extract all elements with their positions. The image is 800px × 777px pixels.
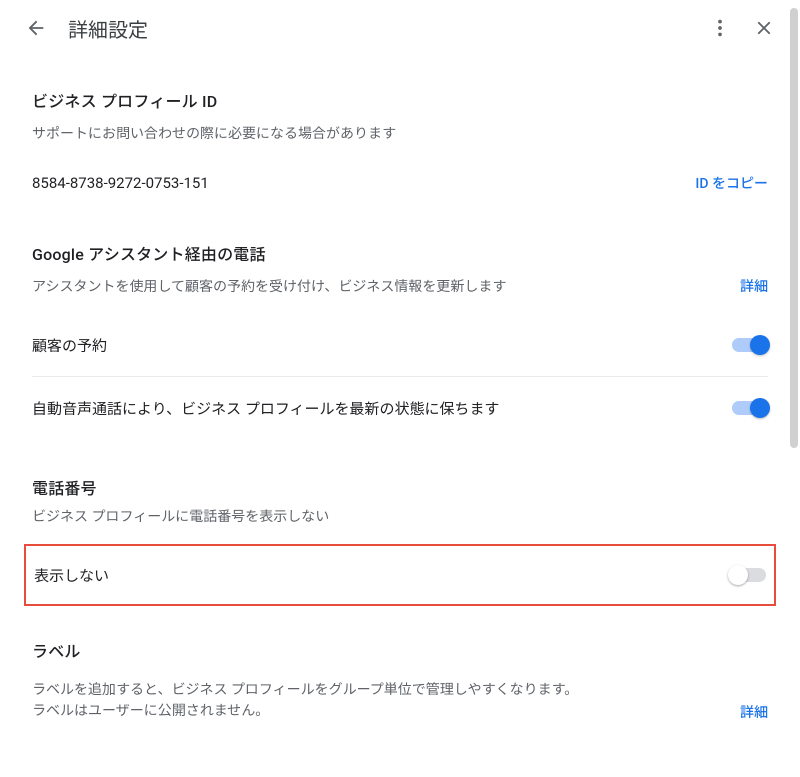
section-phone: 電話番号 ビジネス プロフィールに電話番号を表示しない 表示しない [32, 439, 768, 606]
scrollbar[interactable] [790, 8, 798, 768]
back-button[interactable] [16, 8, 56, 48]
assistant-booking-label: 顧客の予約 [32, 335, 107, 356]
assistant-autocall-row: 自動音声通話により、ビジネス プロフィールを最新の状態に保ちます [32, 377, 768, 439]
scrollbar-thumb[interactable] [790, 8, 798, 448]
profile-id-subtitle: サポートにお問い合わせの際に必要になる場合があります [32, 124, 768, 145]
phone-hide-row: 表示しない [34, 546, 766, 604]
assistant-title: Google アシスタント経由の電話 [32, 241, 768, 265]
labels-title: ラベル [32, 638, 768, 662]
arrow-left-icon [25, 17, 47, 39]
page-title: 詳細設定 [56, 14, 700, 43]
more-button[interactable] [700, 8, 740, 48]
phone-title: 電話番号 [32, 475, 768, 499]
close-icon [753, 17, 775, 39]
more-vert-icon [709, 17, 731, 39]
assistant-autocall-label: 自動音声通話により、ビジネス プロフィールを最新の状態に保ちます [32, 398, 500, 419]
assistant-autocall-toggle[interactable] [732, 401, 768, 415]
assistant-subtitle: アシスタントを使用して顧客の予約を受け付け、ビジネス情報を更新します [32, 277, 506, 298]
profile-id-title: ビジネス プロフィール ID [32, 88, 768, 112]
section-profile-id: ビジネス プロフィール ID サポートにお問い合わせの際に必要になる場合がありま… [32, 64, 768, 217]
profile-id-value: 8584-8738-9272-0753-151 [32, 174, 209, 192]
assistant-details-link[interactable]: 詳細 [740, 276, 768, 296]
section-labels: ラベル ラベルを追加すると、ビジネス プロフィールをグループ単位で管理しやすくな… [32, 606, 768, 722]
phone-highlight-box: 表示しない [24, 544, 776, 606]
assistant-booking-row: 顧客の予約 [32, 314, 768, 376]
copy-id-button[interactable]: ID をコピー [695, 173, 768, 193]
labels-details-link[interactable]: 詳細 [740, 702, 768, 722]
header: 詳細設定 [8, 0, 792, 56]
labels-subtitle: ラベルを追加すると、ビジネス プロフィールをグループ単位で管理しやすくなります。… [32, 680, 592, 722]
assistant-booking-toggle[interactable] [732, 338, 768, 352]
phone-hide-label: 表示しない [34, 565, 109, 586]
phone-subtitle: ビジネス プロフィールに電話番号を表示しない [32, 507, 768, 528]
close-button[interactable] [744, 8, 784, 48]
phone-hide-toggle[interactable] [730, 568, 766, 582]
section-assistant: Google アシスタント経由の電話 アシスタントを使用して顧客の予約を受け付け… [32, 217, 768, 439]
